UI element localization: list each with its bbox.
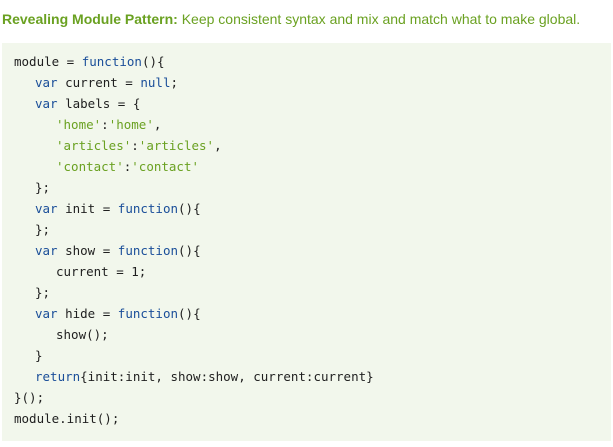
code-token-plain: : [131,138,139,153]
section-heading: Revealing Module Pattern: Keep consisten… [2,10,580,28]
code-line: var hide = function(){ [14,303,374,324]
code-token-plain: } [35,348,43,363]
code-token-kw: var [35,96,58,111]
code-token-str: 'articles' [56,138,132,153]
code-line: } [14,345,374,366]
heading-label: Revealing Module Pattern: [2,11,178,27]
code-token-kw: var [35,306,58,321]
code-line: }; [14,177,374,198]
code-token-plain: (){ [178,306,201,321]
code-line: 'articles':'articles', [14,135,374,156]
code-token-nl: null [140,75,171,90]
code-token-plain: }; [35,222,51,237]
code-token-plain: (){ [141,54,165,69]
code-token-fn: function [117,243,179,258]
code-line: current = 1; [14,261,374,282]
code-token-plain: , [214,138,222,153]
code-token-plain: (){ [178,201,201,216]
code-token-plain: : [101,117,109,132]
code-line: }; [14,219,374,240]
code-token-plain: , [153,117,162,132]
code-line: return{init:init, show:show, current:cur… [14,366,374,387]
code-token-plain: module.init(); [14,411,120,426]
code-line: show(); [14,324,374,345]
code-line: var show = function(){ [14,240,374,261]
code-line: module = function(){ [14,51,374,72]
code-token-plain: {init:init, show:show, current:current} [80,369,374,384]
code-token-fn: function [117,201,179,216]
code-token-plain: module = [14,54,82,69]
code-line: module.init(); [14,408,374,429]
code-line: var init = function(){ [14,198,374,219]
code-token-kw: return [35,369,81,384]
code-token-str: 'home' [108,117,154,132]
code-token-plain: show(); [56,327,109,342]
code-token-plain: }(); [14,390,45,405]
code-token-plain: labels = { [57,96,141,111]
code-token-plain: (){ [178,243,201,258]
code-line: var labels = { [14,93,374,114]
code-token-plain: show = [57,243,118,258]
code-token-fn: function [81,54,142,69]
code-token-plain: }; [35,285,51,300]
code-token-kw: var [35,75,58,90]
code-token-str: 'articles' [138,138,215,153]
code-line: }(); [14,387,374,408]
code-line: }; [14,282,374,303]
code-token-plain: current = 1; [56,264,147,279]
code-token-fn: function [117,306,179,321]
code-lines: module = function(){var current = null; v… [14,51,374,429]
code-token-plain: hide = [57,306,118,321]
code-token-kw: var [35,243,58,258]
code-block: module = function(){var current = null; v… [2,43,611,441]
code-token-plain: ; [170,75,179,90]
code-line: var current = null; [14,72,374,93]
code-token-kw: var [35,201,58,216]
code-token-plain: }; [35,180,51,195]
code-token-str: 'contact' [56,159,124,174]
code-token-str: 'home' [56,117,102,132]
code-token-str: 'contact' [131,159,199,174]
heading-description: Keep consistent syntax and mix and match… [177,11,581,27]
code-line: 'contact':'contact' [14,156,374,177]
code-token-plain: current = [57,75,141,90]
code-token-plain: init = [57,201,118,216]
code-line: 'home':'home', [14,114,374,135]
